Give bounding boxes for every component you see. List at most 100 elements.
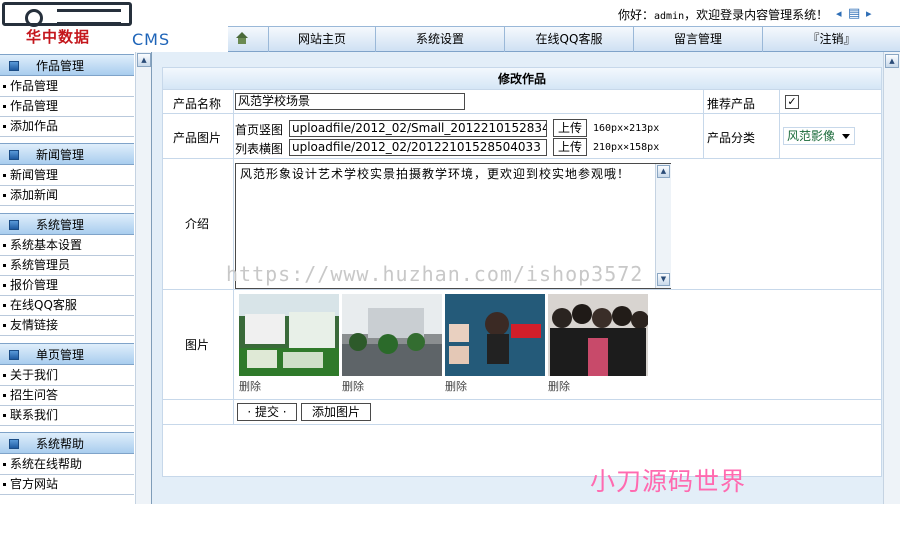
top-nav: 网站主页 系统设置 在线QQ客服 留言管理 『注销』 <box>228 26 900 52</box>
bullet-icon <box>3 244 6 247</box>
delete-image-2[interactable]: 删除 <box>342 378 364 394</box>
sidebar: 作品管理 作品管理 作品管理 添加作品 新闻管理 新闻管理 添加新闻 系统管理 … <box>0 52 152 504</box>
sidebar-group-news[interactable]: 新闻管理 <box>0 143 134 165</box>
group-icon <box>9 150 19 160</box>
images-label: 图片 <box>185 338 210 352</box>
logo-cms: CMS <box>132 30 171 49</box>
chevron-down-icon <box>842 134 850 139</box>
sidebar-item-add-news[interactable]: 添加新闻 <box>0 186 134 206</box>
sidebar-item-basic-settings[interactable]: 系统基本设置 <box>0 236 134 256</box>
col-divider <box>779 90 780 158</box>
bullet-icon <box>3 463 6 466</box>
group-icon <box>9 220 19 230</box>
header-icons: ◂ ▤ ▸ <box>836 6 896 21</box>
main-scrollbar[interactable]: ▲ <box>883 52 900 504</box>
scroll-down-icon[interactable]: ▼ <box>657 273 670 286</box>
tab-logout[interactable]: 『注销』 <box>762 27 900 52</box>
bullet-icon <box>3 264 6 267</box>
welcome-suffix: ，欢迎登录内容管理系统！ <box>684 8 829 22</box>
bullet-icon <box>3 324 6 327</box>
scroll-up-icon[interactable]: ▲ <box>885 54 899 68</box>
name-label: 产品名称 <box>173 97 222 111</box>
logo: 华中数据 CMS <box>0 0 228 52</box>
sidebar-group-works[interactable]: 作品管理 <box>0 54 134 76</box>
name-input[interactable]: 风范学校场景 <box>235 93 465 110</box>
sidebar-item-quotes[interactable]: 报价管理 <box>0 276 134 296</box>
intro-text: 风范形象设计艺术学校实景拍摄教学环境，更欢迎到校实地参观哦！ <box>240 167 631 181</box>
row-divider <box>163 289 881 290</box>
lobby-photo <box>342 294 442 376</box>
sidebar-item-admins[interactable]: 系统管理员 <box>0 256 134 276</box>
bullet-icon <box>3 85 6 88</box>
delete-image-4[interactable]: 删除 <box>548 378 570 394</box>
tab-messages[interactable]: 留言管理 <box>633 27 762 52</box>
group-icon <box>9 439 19 449</box>
poster-photo <box>445 294 545 376</box>
tab-settings[interactable]: 系统设置 <box>375 27 504 52</box>
group-photo <box>548 294 648 376</box>
col-divider <box>703 90 704 158</box>
home-image-label: 首页竖图 <box>235 123 284 137</box>
sidebar-item-faq[interactable]: 招生问答 <box>0 386 134 406</box>
delete-image-3[interactable]: 删除 <box>445 378 467 394</box>
row-divider <box>163 158 881 159</box>
recommend-checkbox[interactable]: ✓ <box>785 95 799 109</box>
home-image-size: 160px×213px <box>593 123 660 134</box>
home-icon-tab[interactable] <box>228 27 268 52</box>
watermark-text: https://www.huzhan.com/ishop3572 <box>226 262 644 286</box>
tab-qq-service[interactable]: 在线QQ客服 <box>504 27 633 52</box>
recommend-label: 推荐产品 <box>707 97 756 111</box>
arrow-right-icon[interactable]: ▸ <box>866 7 872 20</box>
bullet-icon <box>3 284 6 287</box>
sidebar-item-official-site[interactable]: 官方网站 <box>0 475 134 495</box>
intro-scrollbar[interactable]: ▲ ▼ <box>655 164 671 288</box>
welcome-prefix: 你好： <box>618 8 655 22</box>
sidebar-item-online-help[interactable]: 系统在线帮助 <box>0 455 134 475</box>
sidebar-item-news-manage[interactable]: 新闻管理 <box>0 166 134 186</box>
list-icon[interactable]: ▤ <box>848 6 860 21</box>
bullet-icon <box>3 483 6 486</box>
logo-brand: 华中数据 <box>26 28 91 46</box>
bullet-icon <box>3 414 6 417</box>
row-divider <box>163 113 881 114</box>
scroll-up-icon[interactable]: ▲ <box>137 53 151 67</box>
category-select[interactable]: 风范影像 <box>783 127 855 145</box>
list-image-input[interactable]: uploadfile/2012_02/20122101528504033 <box>289 139 547 156</box>
sidebar-item-about[interactable]: 关于我们 <box>0 366 134 386</box>
bottom-brand: 小刀源码世界 <box>590 467 747 496</box>
sidebar-item-works-manage-2[interactable]: 作品管理 <box>0 97 134 117</box>
sidebar-item-add-work[interactable]: 添加作品 <box>0 117 134 137</box>
sidebar-item-qq-service[interactable]: 在线QQ客服 <box>0 296 134 316</box>
list-image-upload-button[interactable]: 上传 <box>553 138 587 156</box>
sidebar-item-contact[interactable]: 联系我们 <box>0 406 134 426</box>
home-image-input[interactable]: uploadfile/2012_02/Small_2012210152834 <box>289 120 547 137</box>
arrow-left-icon[interactable]: ◂ <box>836 7 842 20</box>
row-divider <box>163 399 881 400</box>
header: 华中数据 CMS 你好：admin，欢迎登录内容管理系统！ ◂ ▤ ▸ 网站主页… <box>0 0 900 52</box>
bullet-icon <box>3 194 6 197</box>
home-icon <box>236 32 248 44</box>
sidebar-group-system[interactable]: 系统管理 <box>0 213 134 235</box>
add-image-button[interactable]: 添加图片 <box>301 403 371 421</box>
category-label: 产品分类 <box>707 131 756 145</box>
intro-label: 介绍 <box>185 217 210 231</box>
sidebar-item-links[interactable]: 友情链接 <box>0 316 134 336</box>
submit-button[interactable]: · 提交 · <box>237 403 297 421</box>
sidebar-scrollbar[interactable]: ▲ <box>135 52 151 504</box>
scroll-up-icon[interactable]: ▲ <box>657 165 670 178</box>
bullet-icon <box>3 105 6 108</box>
list-image-label: 列表横图 <box>235 142 284 156</box>
sidebar-group-pages[interactable]: 单页管理 <box>0 343 134 365</box>
bullet-icon <box>3 394 6 397</box>
home-image-upload-button[interactable]: 上传 <box>553 119 587 137</box>
welcome-user: admin <box>654 11 685 22</box>
delete-image-1[interactable]: 删除 <box>239 378 261 394</box>
welcome-text: 你好：admin，欢迎登录内容管理系统！ <box>618 6 828 23</box>
bullet-icon <box>3 174 6 177</box>
sidebar-group-help[interactable]: 系统帮助 <box>0 432 134 454</box>
bullet-icon <box>3 374 6 377</box>
group-icon <box>9 350 19 360</box>
sidebar-item-works-manage[interactable]: 作品管理 <box>0 77 134 97</box>
tab-home[interactable]: 网站主页 <box>268 27 375 52</box>
bullet-icon <box>3 125 6 128</box>
